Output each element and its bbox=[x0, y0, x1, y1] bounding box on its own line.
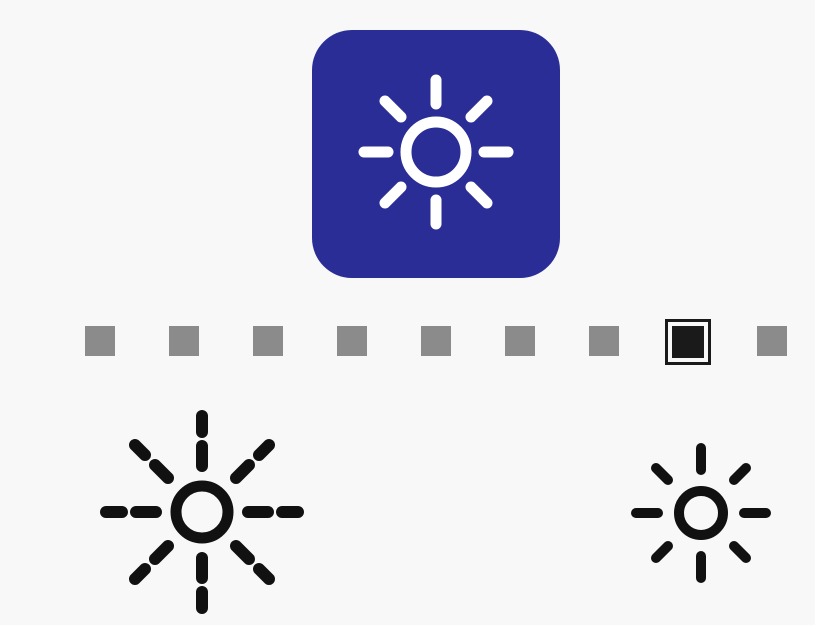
sun-bright-icon bbox=[100, 410, 304, 614]
level-step-selected[interactable] bbox=[665, 319, 711, 365]
level-step[interactable] bbox=[169, 326, 199, 356]
level-step[interactable] bbox=[85, 326, 115, 356]
sun-dim-icon bbox=[631, 443, 771, 583]
level-step[interactable] bbox=[337, 326, 367, 356]
brightness-mode-button[interactable] bbox=[312, 30, 560, 278]
brightness-min-indicator bbox=[628, 440, 774, 586]
level-step[interactable] bbox=[253, 326, 283, 356]
level-step[interactable] bbox=[421, 326, 451, 356]
level-step[interactable] bbox=[505, 326, 535, 356]
brightness-screen bbox=[0, 0, 815, 625]
level-step[interactable] bbox=[589, 326, 619, 356]
brightness-max-indicator bbox=[100, 410, 305, 615]
brightness-level-slider[interactable] bbox=[70, 316, 800, 366]
sun-icon bbox=[358, 74, 514, 230]
level-step[interactable] bbox=[757, 326, 787, 356]
